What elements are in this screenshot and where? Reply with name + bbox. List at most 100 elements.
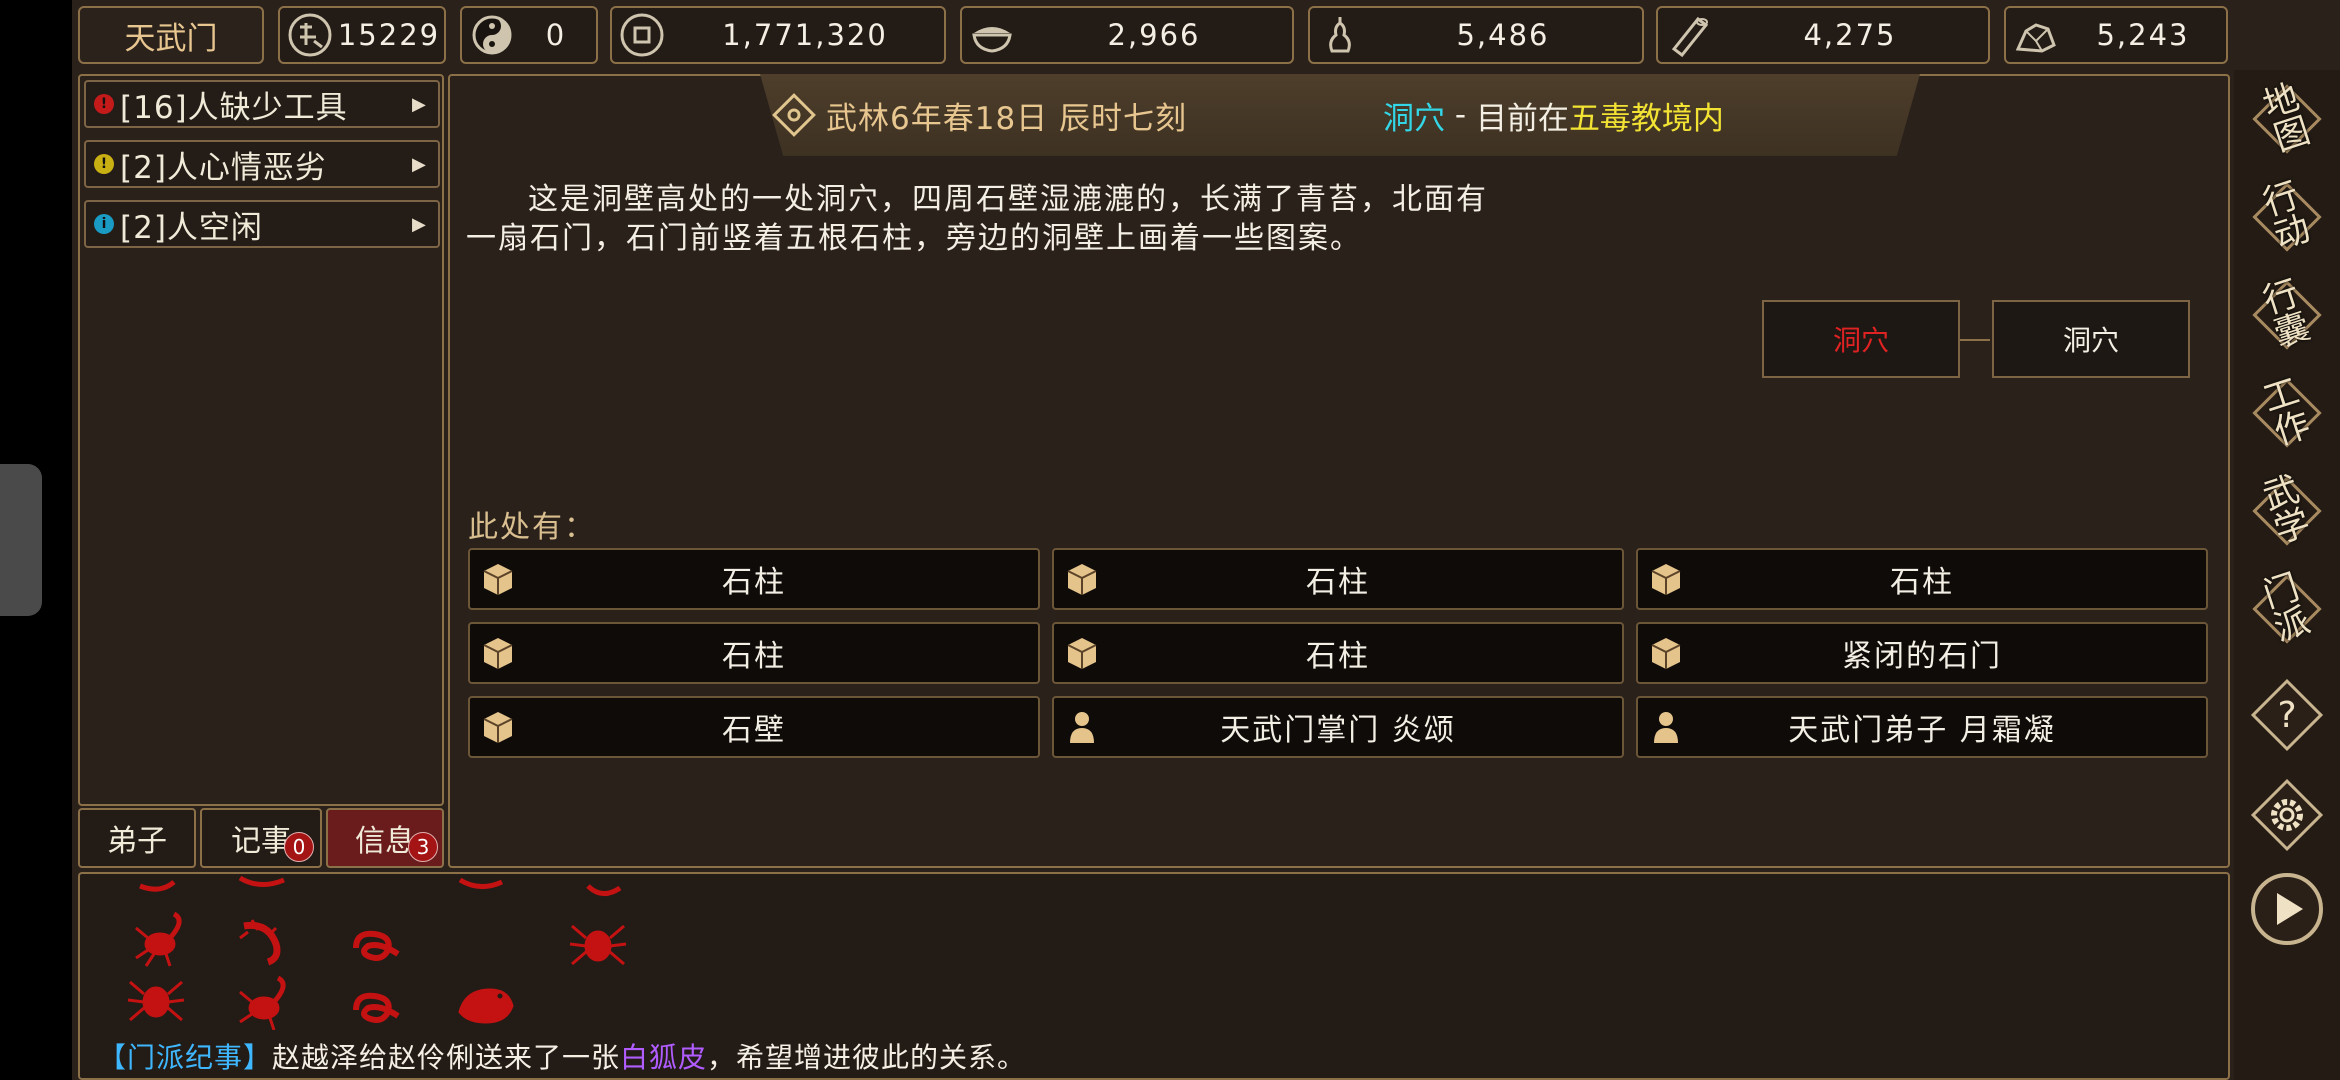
alert-text: [2]人心情恶劣 bbox=[120, 149, 327, 186]
log-text-before: 赵越泽给赵伶俐送来了一张 bbox=[272, 1041, 621, 1074]
object-label: 紧闭的石门 bbox=[1842, 639, 2002, 674]
centipede-icon bbox=[239, 919, 281, 966]
chevron-right-icon: ▶ bbox=[412, 93, 426, 115]
object-label: 石柱 bbox=[722, 639, 786, 674]
npc-label: 天武门掌门 炎颂 bbox=[1220, 713, 1456, 748]
resource-value: 15229 bbox=[337, 18, 441, 52]
messages-badge: 3 bbox=[408, 832, 438, 862]
alert-text: [2]人空闲 bbox=[120, 209, 263, 246]
alert-red-icon: ! bbox=[94, 94, 114, 114]
log-entry: 【门派纪事】赵越泽给赵伶俐送来了一张白狐皮，希望增进彼此的关系。 bbox=[98, 1036, 1026, 1076]
scorpion-icon bbox=[239, 975, 286, 1030]
spider-icon bbox=[569, 924, 627, 966]
chevron-right-icon: ▶ bbox=[412, 153, 426, 175]
object-button[interactable]: 石柱 bbox=[1052, 622, 1624, 684]
box-icon bbox=[1651, 638, 1681, 669]
npc-button[interactable]: 天武门弟子 月霜凝 bbox=[1636, 696, 2208, 758]
person-icon bbox=[1070, 712, 1094, 743]
location-header: 武林6年春18日 辰时七刻 洞穴 - 目前在 五毒教境内 bbox=[760, 74, 1920, 156]
coin-icon bbox=[620, 13, 664, 57]
resource-value: 1,771,320 bbox=[722, 18, 888, 52]
object-label: 石柱 bbox=[1890, 565, 1954, 600]
sidebar-map-button[interactable]: 地图 bbox=[2244, 76, 2330, 162]
box-icon bbox=[483, 712, 513, 743]
resource-wood[interactable]: 4,275 bbox=[1656, 6, 1990, 64]
ore-icon bbox=[2015, 23, 2056, 53]
object-button[interactable]: 石壁 bbox=[468, 696, 1040, 758]
sidebar-action-button[interactable]: 行动 bbox=[2244, 174, 2330, 260]
reputation-icon bbox=[288, 13, 332, 57]
settings-gear-icon bbox=[2250, 778, 2324, 852]
resource-coin[interactable]: 1,771,320 bbox=[610, 6, 946, 64]
toad-icon bbox=[458, 988, 514, 1024]
npc-button[interactable]: 天武门掌门 炎颂 bbox=[1052, 696, 1624, 758]
resource-food[interactable]: 2,966 bbox=[960, 6, 1294, 64]
box-icon bbox=[483, 638, 513, 669]
records-badge: 0 bbox=[284, 832, 314, 862]
tab-label: 弟子 bbox=[107, 824, 167, 859]
sidebar-play-button[interactable] bbox=[2244, 866, 2330, 952]
alert-blue-icon: i bbox=[94, 214, 114, 234]
sidebar-sect-button[interactable]: 门派 bbox=[2244, 566, 2330, 652]
food-bowl-icon bbox=[972, 27, 1012, 53]
scorpion-icon bbox=[135, 911, 182, 967]
sidebar-work-button[interactable]: 工作 bbox=[2244, 370, 2330, 456]
object-button[interactable]: 石柱 bbox=[468, 622, 1040, 684]
resource-value: 5,243 bbox=[2096, 18, 2190, 52]
box-icon bbox=[1067, 564, 1097, 595]
resource-reputation[interactable]: 15229 bbox=[278, 6, 446, 64]
resource-gourd[interactable]: 5,486 bbox=[1308, 6, 1644, 64]
box-icon bbox=[1067, 638, 1097, 669]
box-icon bbox=[483, 564, 513, 595]
person-icon bbox=[1654, 712, 1678, 743]
alert-idle[interactable]: i [2]人空闲 ▶ bbox=[84, 200, 440, 248]
alert-yellow-icon: ! bbox=[94, 154, 114, 174]
wood-log-icon bbox=[1671, 16, 1709, 58]
sect-name[interactable]: 天武门 bbox=[78, 6, 264, 64]
alert-missing-tools[interactable]: ! [16]人缺少工具 ▶ bbox=[84, 80, 440, 128]
map-node-adjacent[interactable]: 洞穴 bbox=[1992, 300, 2190, 378]
here-label: 此处有： bbox=[468, 510, 596, 545]
sidebar-help-button[interactable]: ? bbox=[2244, 672, 2330, 758]
log-text-after: ，希望增进彼此的关系。 bbox=[707, 1041, 1027, 1074]
object-button[interactable]: 石柱 bbox=[1052, 548, 1624, 610]
resource-ore[interactable]: 5,243 bbox=[2004, 6, 2228, 64]
object-button[interactable]: 石柱 bbox=[468, 548, 1040, 610]
snake-icon bbox=[353, 992, 400, 1023]
current-location: 洞穴 bbox=[1383, 100, 1446, 137]
tab-label: 记事 bbox=[231, 824, 291, 859]
resource-yin-yang[interactable]: 0 bbox=[460, 6, 598, 64]
chevron-right-icon: ▶ bbox=[412, 213, 426, 235]
spider-icon bbox=[127, 980, 185, 1022]
resource-value: 0 bbox=[545, 18, 567, 52]
snake-icon bbox=[353, 930, 400, 961]
map-node-current[interactable]: 洞穴 bbox=[1762, 300, 1960, 378]
object-button[interactable]: 石柱 bbox=[1636, 548, 2208, 610]
log-item[interactable]: 白狐皮 bbox=[620, 1041, 707, 1074]
log-tag: 【门派纪事】 bbox=[98, 1041, 273, 1074]
object-label: 石壁 bbox=[722, 713, 786, 748]
map-connector bbox=[1960, 339, 1990, 341]
header-separator: - bbox=[1445, 97, 1476, 133]
sidebar-martial-arts-button[interactable]: 武学 bbox=[2244, 468, 2330, 554]
tab-label: 信息 bbox=[355, 824, 415, 859]
current-region: 五毒教境内 bbox=[1568, 100, 1724, 137]
game-date: 武林6年春18日 辰时七刻 bbox=[826, 100, 1188, 137]
tab-disciples[interactable]: 弟子 bbox=[78, 808, 196, 868]
help-icon: ? bbox=[2250, 678, 2324, 752]
object-label: 石柱 bbox=[1306, 565, 1370, 600]
object-label: 石柱 bbox=[722, 565, 786, 600]
status-prefix: 目前在 bbox=[1475, 100, 1569, 137]
svg-text:?: ? bbox=[2277, 695, 2296, 736]
gourd-icon bbox=[1329, 17, 1351, 53]
sidebar-settings-button[interactable] bbox=[2244, 772, 2330, 858]
sidebar-bag-button[interactable]: 行囊 bbox=[2244, 272, 2330, 358]
object-button[interactable]: 紧闭的石门 bbox=[1636, 622, 2208, 684]
resource-value: 2,966 bbox=[1107, 18, 1201, 52]
compass-icon bbox=[772, 93, 816, 137]
edge-handle[interactable] bbox=[0, 464, 42, 616]
alert-text: [16]人缺少工具 bbox=[120, 89, 348, 126]
play-icon bbox=[2251, 873, 2323, 945]
box-icon bbox=[1651, 564, 1681, 595]
alert-bad-mood[interactable]: ! [2]人心情恶劣 ▶ bbox=[84, 140, 440, 188]
